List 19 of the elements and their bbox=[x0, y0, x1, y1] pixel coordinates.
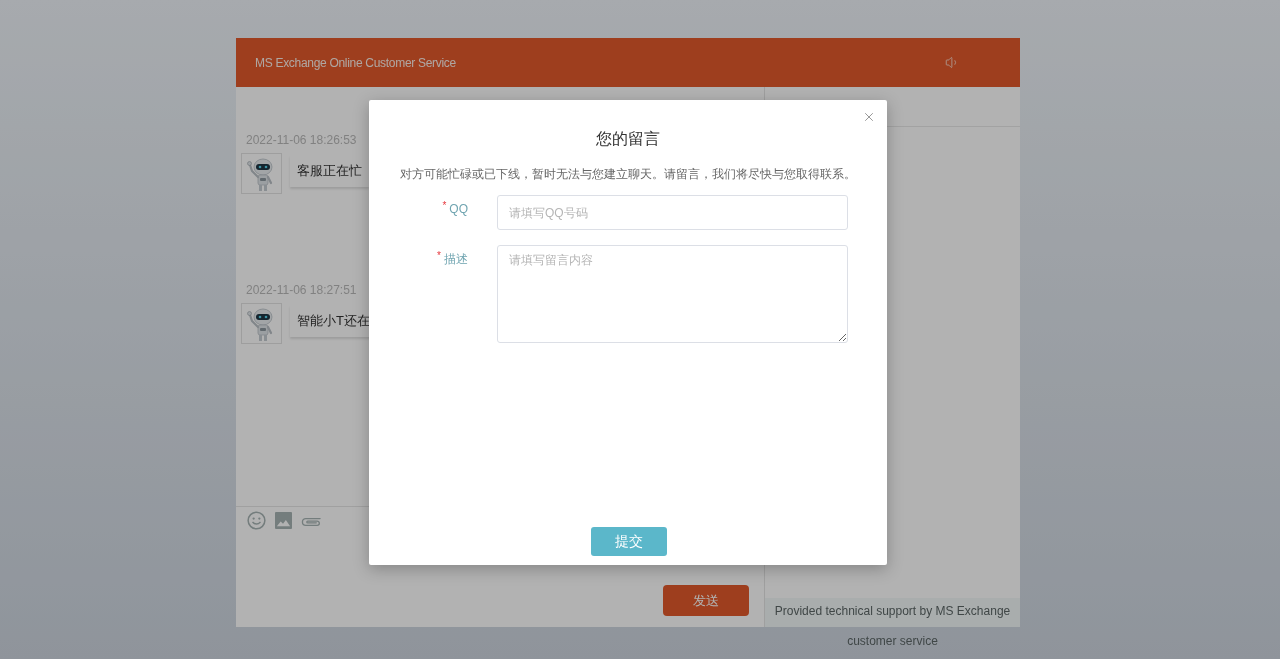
emoji-icon[interactable] bbox=[247, 511, 266, 530]
field-label: 描述 bbox=[444, 251, 468, 268]
required-mark: * bbox=[437, 250, 441, 262]
footer-text: Provided technical support by MS Exchange customer service bbox=[773, 603, 1012, 650]
image-icon[interactable] bbox=[275, 512, 292, 529]
window-title: MS Exchange Online Customer Service bbox=[255, 54, 456, 72]
dialog-title: 您的留言 bbox=[596, 129, 660, 149]
robot-avatar-icon bbox=[241, 153, 282, 194]
send-button[interactable]: 发送 bbox=[663, 585, 749, 616]
close-icon bbox=[862, 110, 876, 124]
robot-avatar-icon bbox=[241, 303, 282, 344]
required-mark: * bbox=[442, 200, 447, 212]
close-button[interactable] bbox=[862, 110, 876, 124]
message-bubble: 客服正在忙 bbox=[290, 155, 369, 187]
qq-input[interactable]: 请填写QQ号码 bbox=[497, 195, 848, 230]
description-textarea[interactable]: 请填写留言内容 bbox=[497, 245, 848, 343]
dialog-description: 对方可能忙碌或已下线，暂时无法与您建立聊天。请留言，我们将尽快与您取得联系。 bbox=[400, 166, 856, 183]
field-label: QQ bbox=[449, 201, 468, 218]
submit-button[interactable]: 提交 bbox=[590, 527, 667, 556]
